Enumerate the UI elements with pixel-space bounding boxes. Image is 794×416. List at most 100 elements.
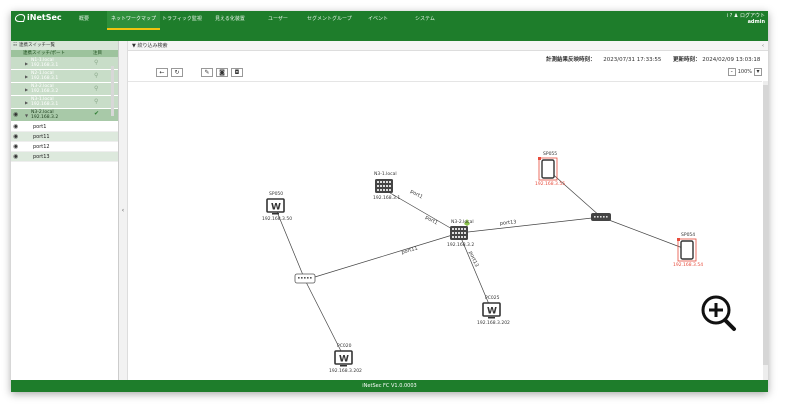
alert-marker-icon: [538, 157, 541, 160]
link-label: port1: [424, 215, 439, 227]
port-row[interactable]: ◉ port13: [11, 152, 118, 162]
nav-segment-group[interactable]: セグメントグループ: [303, 11, 356, 30]
camera-icon[interactable]: ◙: [216, 68, 228, 77]
port-row[interactable]: ◉ port1: [11, 122, 118, 132]
filter-bar[interactable]: ▼ 絞り込み検索 ‹: [128, 41, 768, 51]
svg-text:PC025: PC025: [485, 295, 500, 301]
pin-icon[interactable]: ⚲: [94, 73, 98, 79]
svg-text:192.168.3.202: 192.168.3.202: [477, 320, 510, 326]
zoom-level: 100%: [737, 69, 752, 75]
sub-header: [11, 30, 768, 41]
filter-icon: ▼: [132, 43, 136, 49]
eye-icon[interactable]: ◉: [13, 112, 18, 118]
svg-text:192.168.3.1: 192.168.3.1: [373, 195, 400, 201]
pc-node-sp050[interactable]: W SP050 192.168.3.50: [262, 191, 292, 222]
svg-text:N3-2.local: N3-2.local: [451, 219, 474, 225]
switch-row[interactable]: ▶ N3-1.local 192.168.3.1 ⚲: [11, 96, 118, 109]
camera-settings-icon[interactable]: ◘: [231, 68, 243, 77]
link-label: port13: [500, 219, 517, 227]
eye-icon[interactable]: ◉: [13, 142, 18, 152]
pin-icon[interactable]: ⚲: [94, 60, 98, 66]
list-icon: ☷: [13, 43, 18, 48]
eye-icon[interactable]: ◉: [13, 122, 18, 132]
sidebar-collapse-button[interactable]: ‹: [119, 41, 128, 380]
link-label: port1: [409, 189, 424, 201]
sidebar-scrollbar[interactable]: [111, 66, 114, 116]
update-time: 更新時刻： 2024/02/09 13:03:18: [673, 57, 761, 63]
check-icon[interactable]: ✔: [94, 111, 99, 117]
zoom-control: - 100% ▾: [727, 68, 762, 76]
nav-overview[interactable]: 概要: [75, 11, 93, 30]
refresh-icon[interactable]: ↻: [171, 68, 183, 77]
link-n32-sw: [458, 216, 602, 234]
pc-node-pc025[interactable]: W PC025 192.168.3.202: [477, 295, 510, 326]
hub-node[interactable]: [294, 273, 316, 284]
svg-text:192.168.3.50: 192.168.3.50: [262, 216, 292, 222]
nav-users[interactable]: ユーザー: [264, 11, 292, 30]
link-hub-n32: [304, 232, 460, 281]
nav-system[interactable]: システム: [411, 11, 439, 30]
zoom-dropdown-icon[interactable]: ▾: [754, 68, 762, 76]
tablet-node-sp054[interactable]: SP054 192.168.3.54: [673, 232, 703, 268]
switch-row[interactable]: ▶ N3-2.local 192.168.3.2 ⚲: [11, 83, 118, 96]
zoom-in-magnifier-icon[interactable]: [701, 295, 736, 331]
tablet-node-sp055[interactable]: SP055 192.168.3.55: [535, 151, 565, 187]
nav-network-map[interactable]: ネットワークマップ: [107, 11, 161, 30]
edit-pencil-icon[interactable]: ✎: [201, 68, 213, 77]
back-arrow-icon[interactable]: ←: [156, 68, 168, 77]
user-name: admin: [747, 19, 765, 25]
svg-text:SP050: SP050: [269, 191, 283, 197]
nav-visualizer[interactable]: 見える化装置: [211, 11, 249, 30]
svg-text:192.168.3.55: 192.168.3.55: [535, 181, 565, 187]
measurement-time: 計測結果反映時刻： 2023/07/31 17:33:55: [546, 57, 662, 63]
zoom-out-button[interactable]: -: [727, 68, 736, 76]
pin-icon[interactable]: ⚲: [94, 99, 98, 105]
pc-node-pc020[interactable]: W PC020 192.168.3.202: [329, 343, 362, 374]
top-navigation: iNetSec 概要 ネットワークマップ トラフィック監視 見える化装置 ユーザ…: [11, 11, 768, 30]
topology-graph: port1 port1 port13 port11 port13 N3-1.lo…: [262, 151, 736, 374]
svg-text:192.168.3.54: 192.168.3.54: [673, 262, 703, 268]
switch-node-n32[interactable]: N3-2.local 192.168.3.2: [447, 219, 474, 248]
switch-row-selected[interactable]: ◉ ▼ N3-2.local 192.168.3.2 ✔: [11, 109, 118, 122]
expand-arrow-icon[interactable]: ▶: [25, 87, 28, 92]
link-sw-tablet1: [547, 169, 602, 218]
footer-version: iNetSec FC V1.0.0003: [11, 380, 768, 392]
alert-marker-icon: [677, 238, 680, 241]
pin-icon[interactable]: ⚲: [94, 86, 98, 92]
expand-arrow-icon[interactable]: ▶: [25, 61, 28, 66]
collapse-arrow-icon[interactable]: ▼: [25, 113, 28, 118]
link-sw-tablet2: [600, 216, 689, 251]
svg-text:SP054: SP054: [681, 232, 695, 238]
expand-arrow-icon[interactable]: ▶: [25, 74, 28, 79]
map-toolbar: ← ↻ ✎ ◙ ◘: [156, 68, 243, 77]
port-row[interactable]: ◉ port11: [11, 132, 118, 142]
app-window: iNetSec 概要 ネットワークマップ トラフィック監視 見える化装置 ユーザ…: [11, 11, 768, 392]
collapse-caret-icon[interactable]: ‹: [762, 41, 764, 51]
logo-icon: [13, 13, 27, 22]
eye-icon[interactable]: ◉: [13, 132, 18, 142]
sidebar-title: ☷ 連携スイッチ一覧: [11, 41, 118, 50]
switch-row[interactable]: ▶ N1-1.local 192.168.3.1 ⚲: [11, 57, 118, 70]
svg-text:192.168.3.2: 192.168.3.2: [447, 242, 474, 248]
switch-node-n31[interactable]: N3-1.local 192.168.3.1: [373, 171, 400, 201]
expand-arrow-icon[interactable]: ▶: [25, 100, 28, 105]
svg-text:N3-1.local: N3-1.local: [374, 171, 397, 177]
svg-text:W: W: [487, 307, 497, 317]
switch-row[interactable]: ▶ N2-1.local 192.168.3.1 ⚲: [11, 70, 118, 83]
port-row[interactable]: ◉ port12: [11, 142, 118, 152]
svg-text:W: W: [339, 355, 349, 365]
svg-text:W: W: [271, 203, 281, 213]
eye-icon[interactable]: ◉: [13, 152, 18, 162]
map-scrollbar[interactable]: [763, 81, 768, 380]
hub-node[interactable]: [591, 213, 611, 221]
nav-traffic[interactable]: トラフィック監視: [158, 11, 206, 30]
user-menu[interactable]: i ? ♟ ログアウト admin: [727, 13, 765, 25]
map-canvas[interactable]: port1 port1 port13 port11 port13 N3-1.lo…: [128, 81, 762, 380]
svg-text:PC020: PC020: [337, 343, 352, 349]
app-logo: iNetSec: [13, 13, 62, 22]
sidebar-header: 連携スイッチ/ポート 注目: [11, 50, 118, 57]
link-label: port13: [467, 250, 479, 268]
nav-events[interactable]: イベント: [364, 11, 392, 30]
network-map-panel: ▼ 絞り込み検索 ‹ 計測結果反映時刻： 2023/07/31 17:33:55…: [128, 41, 768, 380]
info-help-user-icons[interactable]: i ? ♟: [727, 13, 739, 19]
